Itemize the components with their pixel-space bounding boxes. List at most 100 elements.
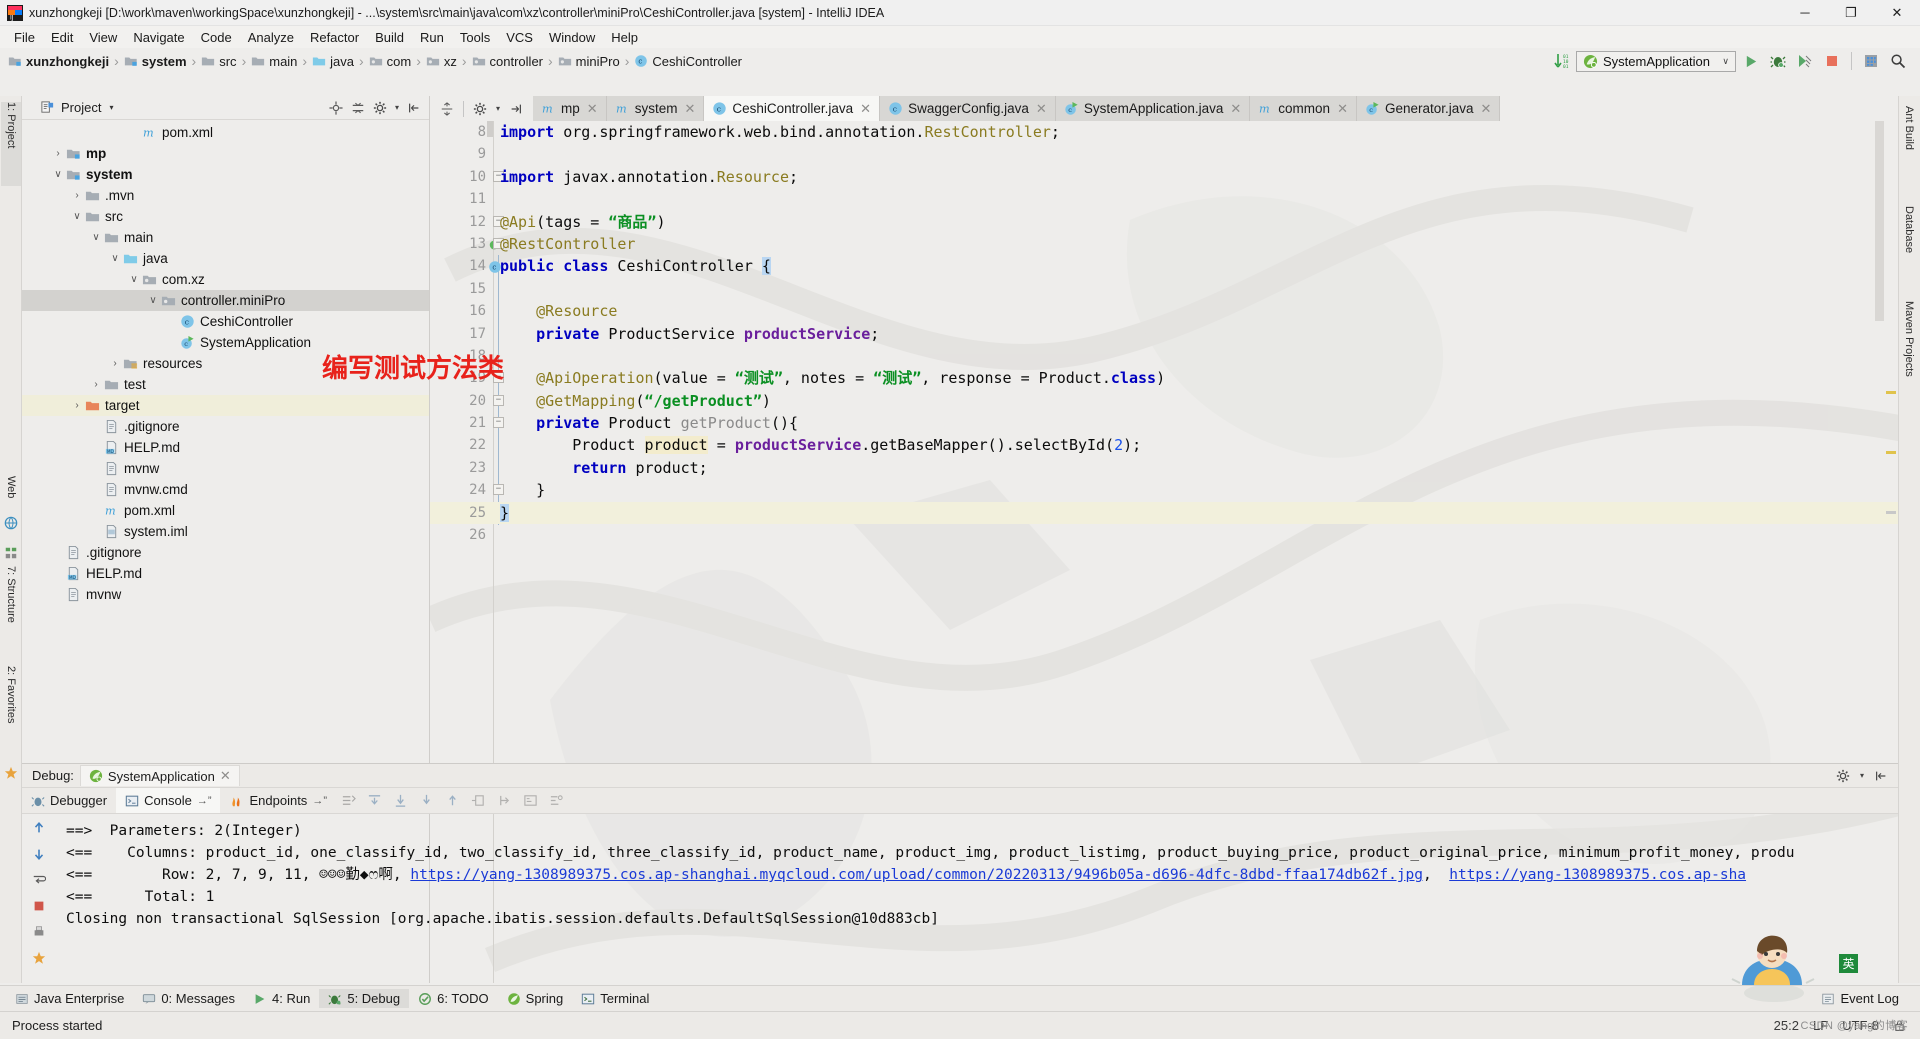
close-icon[interactable]: ✕ <box>1337 101 1348 117</box>
menu-help[interactable]: Help <box>603 28 646 47</box>
bookmark-icon[interactable] <box>29 948 49 968</box>
breadcrumb-item-xz[interactable]: xz <box>426 54 457 69</box>
sidebar-item-ant-build[interactable]: Ant Build <box>1899 106 1919 184</box>
editor-tab-system[interactable]: m system ✕ <box>606 96 705 121</box>
editor-tab-systemapplication-java[interactable]: c SystemApplication.java ✕ <box>1055 96 1251 121</box>
chevron-down-icon[interactable]: ∨ <box>127 274 141 285</box>
build-project-button[interactable] <box>1859 50 1883 72</box>
console-link-0[interactable]: https://yang-1308989375.cos.ap-shanghai.… <box>410 867 1423 883</box>
editor-tab-swaggerconfig-java[interactable]: c SwaggerConfig.java ✕ <box>880 96 1056 121</box>
tab-debugger[interactable]: Debugger <box>22 788 116 813</box>
tree-node-test[interactable]: › test <box>22 374 429 395</box>
console-link-1[interactable]: https://yang-1308989375.cos.ap-sha <box>1449 867 1746 883</box>
breadcrumb-item-controller[interactable]: controller <box>472 54 543 69</box>
breadcrumb-item-java[interactable]: java <box>312 54 354 69</box>
tool-window-java-enterprise[interactable]: Java Enterprise <box>6 989 133 1008</box>
tool-window-spring[interactable]: Spring <box>498 989 573 1008</box>
chevron-right-icon[interactable]: › <box>51 148 65 159</box>
editor-tab-ceshicontroller-java[interactable]: c CeshiController.java ✕ <box>704 96 881 121</box>
sidebar-item-favorites[interactable]: 2: Favorites <box>1 666 21 762</box>
gear-icon[interactable] <box>1836 769 1850 783</box>
chevron-down-icon[interactable]: ∨ <box>51 169 65 180</box>
tool-window-terminal[interactable]: Terminal <box>572 989 658 1008</box>
run-to-cursor-icon[interactable] <box>492 788 518 813</box>
maximize-button[interactable]: ❐ <box>1828 0 1874 26</box>
breadcrumb-item-main[interactable]: main <box>251 54 297 69</box>
tool-window-4-run[interactable]: 4: Run <box>244 989 319 1008</box>
force-step-into-icon[interactable] <box>414 788 440 813</box>
collapse-all-icon[interactable] <box>351 101 365 115</box>
chevron-right-icon[interactable]: › <box>70 190 84 201</box>
tree-node-mvnw-cmd[interactable]: mvnw.cmd <box>22 479 429 500</box>
menu-navigate[interactable]: Navigate <box>125 28 192 47</box>
sidebar-item-maven-projects[interactable]: Maven Projects <box>1899 301 1919 421</box>
run-configuration-selector[interactable]: SystemApplication ∨ <box>1576 50 1736 72</box>
tree-node--gitignore[interactable]: .gitignore <box>22 416 429 437</box>
stop-button[interactable] <box>1820 50 1844 72</box>
tree-node-help-md[interactable]: MD HELP.md <box>22 437 429 458</box>
clear-all-icon[interactable] <box>29 896 49 916</box>
menu-file[interactable]: File <box>6 28 43 47</box>
tree-node-controller-minipro[interactable]: ∨ controller.miniPro <box>22 290 429 311</box>
tree-node-mvnw[interactable]: mvnw <box>22 458 429 479</box>
chevron-down-icon-debug[interactable]: ▾ <box>1860 771 1864 780</box>
close-icon[interactable]: ✕ <box>860 101 871 117</box>
locate-icon[interactable] <box>329 100 343 115</box>
run-button[interactable] <box>1739 50 1763 72</box>
tool-window-6-todo[interactable]: 6: TODO <box>409 989 498 1008</box>
hide-icon[interactable] <box>509 102 523 116</box>
breadcrumb-item-com[interactable]: com <box>369 54 411 69</box>
menu-run[interactable]: Run <box>412 28 452 47</box>
step-into-icon[interactable] <box>388 788 414 813</box>
close-icon[interactable]: ✕ <box>1230 101 1241 117</box>
breadcrumb-item-ceshicontroller[interactable]: c CeshiController <box>634 54 742 69</box>
tree-node-systemapplication[interactable]: c SystemApplication <box>22 332 429 353</box>
tree-node-com-xz[interactable]: ∨ com.xz <box>22 269 429 290</box>
chevron-right-icon[interactable]: › <box>70 400 84 411</box>
chevron-down-icon[interactable]: ∨ <box>70 211 84 222</box>
close-icon[interactable]: ✕ <box>684 101 695 117</box>
console-output[interactable]: ==> Parameters: 2(Integer) <== Columns: p… <box>22 814 1898 983</box>
tree-node-ceshicontroller[interactable]: c CeshiController <box>22 311 429 332</box>
step-out-icon[interactable] <box>440 788 466 813</box>
tree-node-mp[interactable]: › mp <box>22 143 429 164</box>
status-line-col[interactable]: 25:2 <box>1774 1018 1799 1033</box>
tab-endpoints[interactable]: Endpoints →” <box>220 788 336 813</box>
tree-node-src[interactable]: ∨ src <box>22 206 429 227</box>
tree-node-target[interactable]: › target <box>22 395 429 416</box>
scroll-down-icon[interactable] <box>29 844 49 864</box>
debug-button[interactable] <box>1766 50 1790 72</box>
tab-console[interactable]: Console →” <box>116 788 221 813</box>
menu-build[interactable]: Build <box>367 28 412 47</box>
close-button[interactable]: ✕ <box>1874 0 1920 26</box>
menu-tools[interactable]: Tools <box>452 28 498 47</box>
menu-code[interactable]: Code <box>193 28 240 47</box>
chevron-right-icon[interactable]: › <box>89 379 103 390</box>
evaluate-expression-icon[interactable] <box>518 788 544 813</box>
close-icon[interactable]: ✕ <box>587 101 598 117</box>
breadcrumb-item-xunzhongkeji[interactable]: xunzhongkeji <box>8 54 109 69</box>
sidebar-item-project[interactable]: 1: Project <box>1 102 21 186</box>
breadcrumb-item-src[interactable]: src <box>201 54 237 69</box>
soft-wrap-icon[interactable] <box>29 870 49 890</box>
rerun-icon[interactable] <box>336 788 362 813</box>
chevron-down-icon[interactable]: ∨ <box>108 253 122 264</box>
chevron-down-icon[interactable]: ∨ <box>146 295 160 306</box>
tree-node-system-iml[interactable]: system.iml <box>22 521 429 542</box>
tree-node-system[interactable]: ∨ system <box>22 164 429 185</box>
tree-node-pom-xml[interactable]: m pom.xml <box>22 122 429 143</box>
tree-node-resources[interactable]: › resources <box>22 353 429 374</box>
gear-icon[interactable] <box>373 101 387 115</box>
hide-icon[interactable] <box>407 101 421 115</box>
menu-vcs[interactable]: VCS <box>498 28 541 47</box>
tool-window-event-log[interactable]: Event Log <box>1812 989 1908 1008</box>
tree-node--gitignore[interactable]: .gitignore <box>22 542 429 563</box>
debug-session-tab[interactable]: SystemApplication ✕ <box>79 765 240 786</box>
close-icon[interactable]: ✕ <box>1036 101 1047 117</box>
tool-window-0-messages[interactable]: 0: Messages <box>133 989 244 1008</box>
run-with-coverage-button[interactable] <box>1793 50 1817 72</box>
minimize-button[interactable]: ─ <box>1782 0 1828 26</box>
chevron-down-icon-actions[interactable]: ▾ <box>395 103 399 112</box>
expand-collapse-icon[interactable] <box>440 101 454 116</box>
gear-icon[interactable] <box>473 102 487 116</box>
